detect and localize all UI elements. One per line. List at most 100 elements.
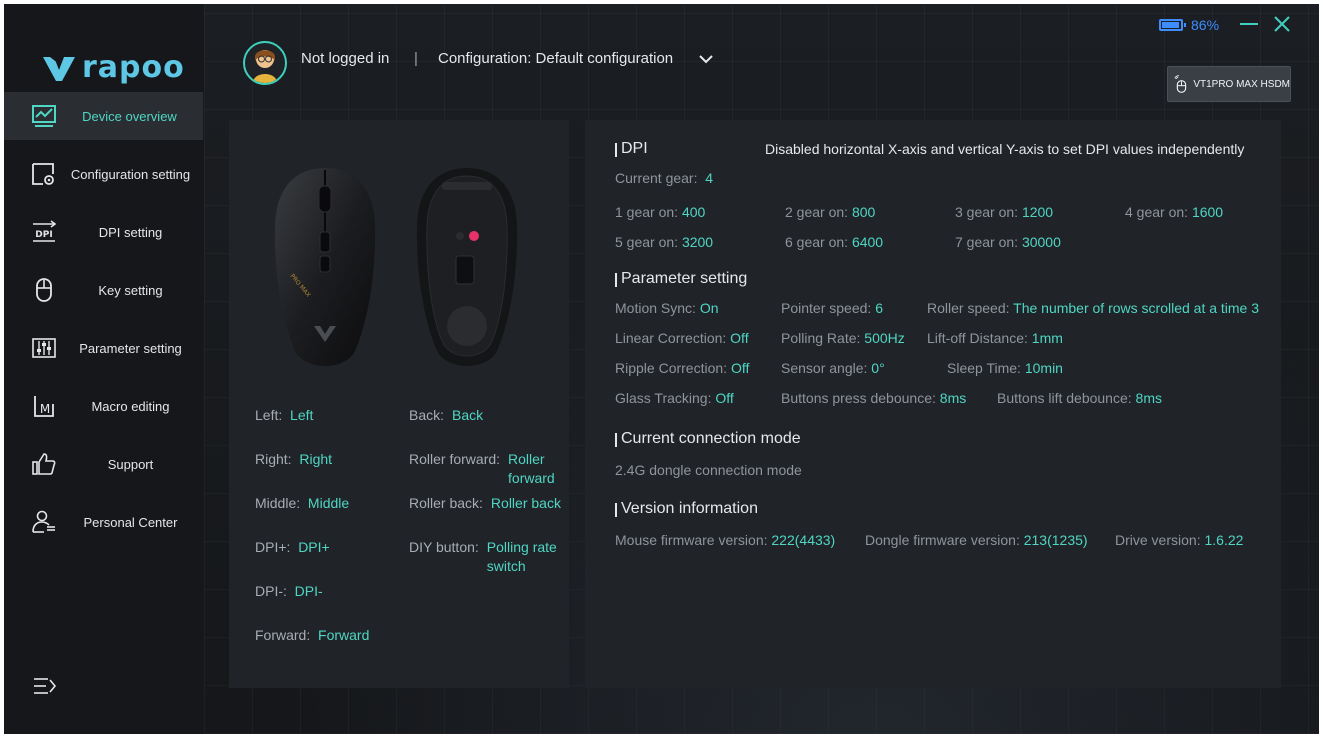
gear-label: 7 gear on: xyxy=(955,234,1019,250)
current-gear-value: 4 xyxy=(705,170,714,186)
device-name: VT1PRO MAX HSDM xyxy=(1193,78,1290,90)
key-value: Middle xyxy=(307,495,350,511)
minimize-button[interactable] xyxy=(1240,23,1258,25)
sidebar-item-label: Parameter setting xyxy=(79,340,182,356)
key-label: DIY button: xyxy=(409,539,479,555)
mouse-top-view-image: PRO MAX xyxy=(274,168,376,366)
key-label: Back: xyxy=(409,407,445,423)
param-label: Polling Rate: xyxy=(781,330,861,346)
param-label: Pointer speed: xyxy=(781,300,872,316)
key-value: Left xyxy=(290,407,314,423)
gear-value: 400 xyxy=(681,204,706,220)
sidebar-item-macro-editing[interactable]: M Macro editing xyxy=(4,382,203,430)
key-value: Roller back xyxy=(490,495,561,511)
param-pointer-speed: Pointer speed: 6 xyxy=(781,300,883,316)
gear-label: 2 gear on: xyxy=(785,204,849,220)
param-value: 500Hz xyxy=(864,330,905,346)
key-label: Left: xyxy=(255,407,283,423)
param-polling-rate: Polling Rate: 500Hz xyxy=(781,330,905,346)
param-label: Sensor angle: xyxy=(781,360,868,376)
parameter-section-title: Parameter setting xyxy=(615,270,747,288)
param-glass-tracking: Glass Tracking: Off xyxy=(615,390,734,406)
key-value: Roller forward xyxy=(508,451,555,486)
chevron-down-icon[interactable] xyxy=(698,51,714,67)
param-value: 8ms xyxy=(1135,390,1162,406)
dpi-gear-7: 7 gear on: 30000 xyxy=(955,234,1061,250)
key-value: Back xyxy=(452,407,484,423)
version-value: 222(4433) xyxy=(771,532,836,548)
param-label: Buttons press debounce: xyxy=(781,390,936,406)
version-value: 1.6.22 xyxy=(1204,532,1244,548)
dpi-gear-6: 6 gear on: 6400 xyxy=(785,234,883,250)
sidebar-item-label: Device overview xyxy=(82,108,177,124)
param-value: The number of rows scrolled at a time 3 xyxy=(1013,300,1260,316)
login-status[interactable]: Not logged in xyxy=(301,50,389,67)
config-selector-label[interactable]: Configuration: Default configuration xyxy=(438,50,673,67)
param-label: Lift-off Distance: xyxy=(927,330,1028,346)
sidebar-item-label: Support xyxy=(107,456,154,472)
sidebar-item-dpi-setting[interactable]: DPI DPI setting xyxy=(4,208,203,256)
param-value: Off xyxy=(715,390,734,406)
sidebar-item-device-overview[interactable]: Device overview xyxy=(4,92,203,140)
device-info-panel: DPI Disabled horizontal X-axis and verti… xyxy=(585,120,1281,688)
battery-indicator: 86% xyxy=(1159,17,1219,33)
logo-text: rapoo xyxy=(82,50,185,85)
param-label: Ripple Correction: xyxy=(615,360,728,376)
version-section-title: Version information xyxy=(615,500,758,518)
menu-expand-icon[interactable] xyxy=(32,674,58,698)
gear-label: 5 gear on: xyxy=(615,234,679,250)
gear-value: 6400 xyxy=(851,234,884,250)
config-gear-icon xyxy=(32,163,54,185)
gear-value: 1200 xyxy=(1021,204,1054,220)
key-forward: Forward: Forward xyxy=(255,626,369,645)
monitor-chart-icon xyxy=(32,105,56,127)
key-dpi-plus: DPI+: DPI+ xyxy=(255,538,330,557)
mouse-firmware-version: Mouse firmware version: 222(4433) xyxy=(615,532,835,548)
key-value: Forward xyxy=(318,627,370,643)
param-label: Motion Sync: xyxy=(615,300,696,316)
gear-label: 6 gear on: xyxy=(785,234,849,250)
key-label: DPI+: xyxy=(255,539,291,555)
key-label: DPI-: xyxy=(255,583,287,599)
dpi-icon: DPI xyxy=(33,220,57,242)
key-left: Left: Left xyxy=(255,406,313,425)
sidebar-item-label: Macro editing xyxy=(91,398,170,414)
key-middle: Middle: Middle xyxy=(255,494,349,513)
close-icon[interactable] xyxy=(1272,14,1292,34)
avatar[interactable] xyxy=(243,41,287,85)
param-value: 10min xyxy=(1024,360,1063,376)
gear-label: 4 gear on: xyxy=(1125,204,1189,220)
sidebar-item-parameter-setting[interactable]: Parameter setting xyxy=(4,324,203,372)
key-label: Right: xyxy=(255,451,292,467)
key-label: Forward: xyxy=(255,627,311,643)
battery-fill xyxy=(1162,22,1180,28)
sidebar-item-key-setting[interactable]: Key setting xyxy=(4,266,203,314)
param-sleep-time: Sleep Time: 10min xyxy=(947,360,1063,376)
param-linear-correction: Linear Correction: Off xyxy=(615,330,749,346)
key-label: Middle: xyxy=(255,495,301,511)
macro-icon: M xyxy=(34,396,54,417)
key-dpi-minus: DPI-: DPI- xyxy=(255,582,323,601)
sidebar-item-label: DPI setting xyxy=(98,224,163,240)
wireless-mouse-icon xyxy=(1174,75,1187,93)
dongle-firmware-version: Dongle firmware version: 213(1235) xyxy=(865,532,1088,548)
app-window: rapoo Device overview Configuration sett… xyxy=(4,4,1319,734)
sidebar-item-configuration-setting[interactable]: Configuration setting xyxy=(4,150,203,198)
thumbs-up-icon xyxy=(32,453,56,475)
dpi-gear-5: 5 gear on: 3200 xyxy=(615,234,713,250)
dpi-gear-2: 2 gear on: 800 xyxy=(785,204,875,220)
key-back: Back: Back xyxy=(409,406,564,425)
sliders-icon xyxy=(32,338,56,358)
sidebar-item-support[interactable]: Support xyxy=(4,440,203,488)
key-value: Polling rate switch xyxy=(486,539,557,574)
key-diy-button: DIY button: Polling rate switch xyxy=(409,538,564,576)
dpi-gear-4: 4 gear on: 1600 xyxy=(1125,204,1223,220)
param-label: Sleep Time: xyxy=(947,360,1021,376)
param-motion-sync: Motion Sync: On xyxy=(615,300,719,316)
device-selector-button[interactable]: VT1PRO MAX HSDM xyxy=(1167,66,1291,102)
sidebar: rapoo Device overview Configuration sett… xyxy=(4,4,203,734)
sidebar-item-personal-center[interactable]: Personal Center xyxy=(4,498,203,546)
svg-text:DPI: DPI xyxy=(35,230,52,240)
rapoo-v-icon xyxy=(43,56,75,81)
param-value: 6 xyxy=(875,300,883,316)
